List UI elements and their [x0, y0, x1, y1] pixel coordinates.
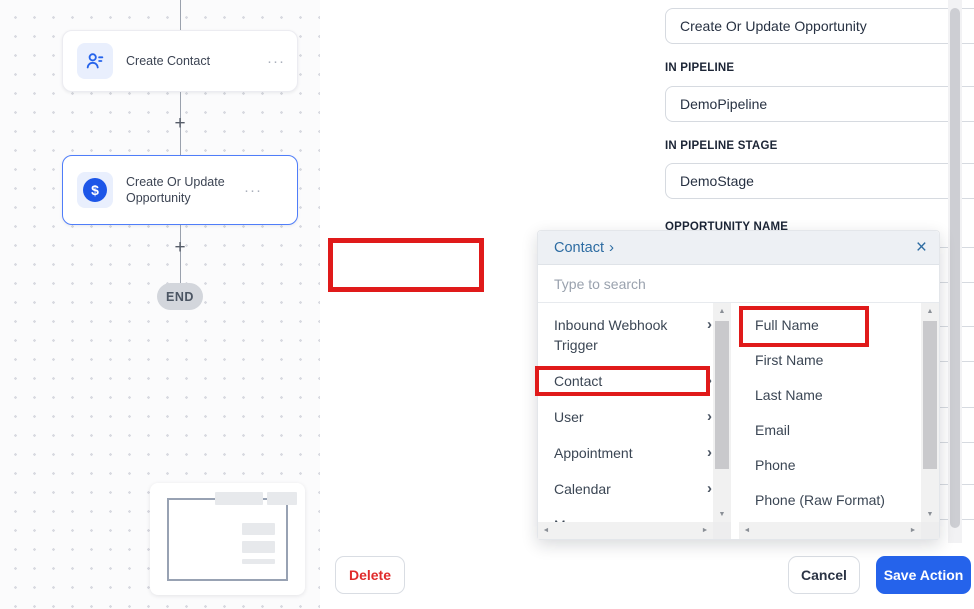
- minimap-node: [242, 541, 275, 553]
- picker-breadcrumb[interactable]: Contact›: [554, 239, 614, 256]
- category-user[interactable]: User ›: [554, 407, 713, 427]
- picker-field-column: Full Name First Name Last Name Email Pho…: [739, 303, 939, 539]
- chevron-right-icon: ›: [707, 407, 712, 427]
- field-full-name[interactable]: Full Name: [755, 315, 921, 335]
- scrollbar-corner: [921, 522, 939, 539]
- cancel-button[interactable]: Cancel: [788, 556, 860, 594]
- close-icon[interactable]: ×: [916, 238, 927, 257]
- add-action-button[interactable]: +: [174, 237, 185, 259]
- contact-icon: [77, 43, 113, 79]
- connector-line: [180, 258, 181, 283]
- search-input[interactable]: [538, 276, 939, 292]
- chevron-right-icon: ›: [609, 239, 614, 256]
- field-hscrollbar[interactable]: ◄ ►: [739, 522, 921, 539]
- picker-category-column: Inbound Webhook Trigger › Contact › User…: [538, 303, 731, 539]
- picker-header: Contact› ×: [538, 231, 939, 265]
- minimap-node: [242, 559, 275, 564]
- scroll-up-icon: ▲: [921, 303, 939, 319]
- category-inbound-webhook-trigger[interactable]: Inbound Webhook Trigger ›: [554, 315, 713, 355]
- minimap-viewport[interactable]: [167, 498, 288, 581]
- node-create-contact[interactable]: Create Contact ···: [62, 30, 298, 92]
- chevron-right-icon: ›: [707, 479, 712, 499]
- minimap-node: [242, 523, 275, 535]
- minimap[interactable]: [150, 483, 305, 595]
- workflow-canvas[interactable]: Create Contact ··· + $ Create Or Update …: [0, 0, 320, 609]
- panel-scrollbar[interactable]: [948, 0, 962, 543]
- field-label: IN PIPELINE STAGE: [665, 140, 777, 152]
- field-phone-raw-format[interactable]: Phone (Raw Format): [755, 490, 921, 510]
- pipeline-stage-select[interactable]: [665, 163, 974, 199]
- scroll-right-icon: ►: [697, 522, 713, 539]
- dollar-icon: $: [77, 172, 113, 208]
- node-create-or-update-opportunity[interactable]: $ Create Or Update Opportunity ···: [62, 155, 298, 225]
- category-contact[interactable]: Contact ›: [554, 371, 713, 391]
- scroll-down-icon: ▼: [921, 506, 939, 522]
- add-action-button[interactable]: +: [174, 113, 185, 135]
- save-action-button[interactable]: Save Action: [876, 556, 971, 594]
- chevron-right-icon: ›: [707, 315, 712, 335]
- end-node: END: [157, 283, 203, 310]
- scroll-left-icon: ◄: [739, 522, 755, 539]
- scrollbar-corner: [713, 522, 731, 539]
- node-menu-icon[interactable]: ···: [244, 182, 262, 199]
- node-menu-icon[interactable]: ···: [267, 53, 285, 70]
- scroll-down-icon: ▼: [713, 506, 731, 522]
- field-phone[interactable]: Phone: [755, 455, 921, 475]
- panel-scrollbar-thumb[interactable]: [950, 8, 960, 528]
- field-label: IN PIPELINE: [665, 62, 734, 74]
- field-first-name[interactable]: First Name: [755, 350, 921, 370]
- scrollbar-thumb: [715, 321, 729, 469]
- minimap-node: [267, 492, 297, 505]
- field-list: Full Name First Name Last Name Email Pho…: [739, 303, 921, 522]
- scroll-up-icon: ▲: [713, 303, 731, 319]
- minimap-node: [215, 492, 263, 505]
- picker-search: [538, 265, 939, 303]
- scroll-left-icon: ◄: [538, 522, 554, 539]
- delete-button[interactable]: Delete: [335, 556, 405, 594]
- scrollbar-thumb: [923, 321, 937, 469]
- pipeline-select[interactable]: [665, 86, 974, 122]
- category-calendar[interactable]: Calendar ›: [554, 479, 713, 499]
- category-list: Inbound Webhook Trigger › Contact › User…: [538, 303, 713, 522]
- scroll-right-icon: ►: [905, 522, 921, 539]
- node-title: Create Or Update Opportunity: [126, 174, 244, 206]
- chevron-right-icon: ›: [707, 443, 712, 463]
- chevron-right-icon: ›: [707, 515, 712, 522]
- chevron-right-icon: ›: [707, 371, 712, 391]
- connector-line: [180, 0, 181, 30]
- custom-values-picker: Contact› × Inbound Webhook Trigger › Con…: [537, 230, 940, 540]
- picker-body: Inbound Webhook Trigger › Contact › User…: [538, 303, 939, 539]
- action-name-input[interactable]: [665, 8, 974, 44]
- category-scrollbar[interactable]: ▲ ▼: [713, 303, 731, 522]
- field-last-name[interactable]: Last Name: [755, 385, 921, 405]
- node-title: Create Contact: [126, 53, 267, 69]
- category-appointment[interactable]: Appointment ›: [554, 443, 713, 463]
- field-email[interactable]: Email: [755, 420, 921, 440]
- category-message[interactable]: Message ›: [554, 515, 713, 522]
- category-hscrollbar[interactable]: ◄ ►: [538, 522, 713, 539]
- field-scrollbar[interactable]: ▲ ▼: [921, 303, 939, 522]
- workflow-action-editor: Create Contact ··· + $ Create Or Update …: [0, 0, 974, 609]
